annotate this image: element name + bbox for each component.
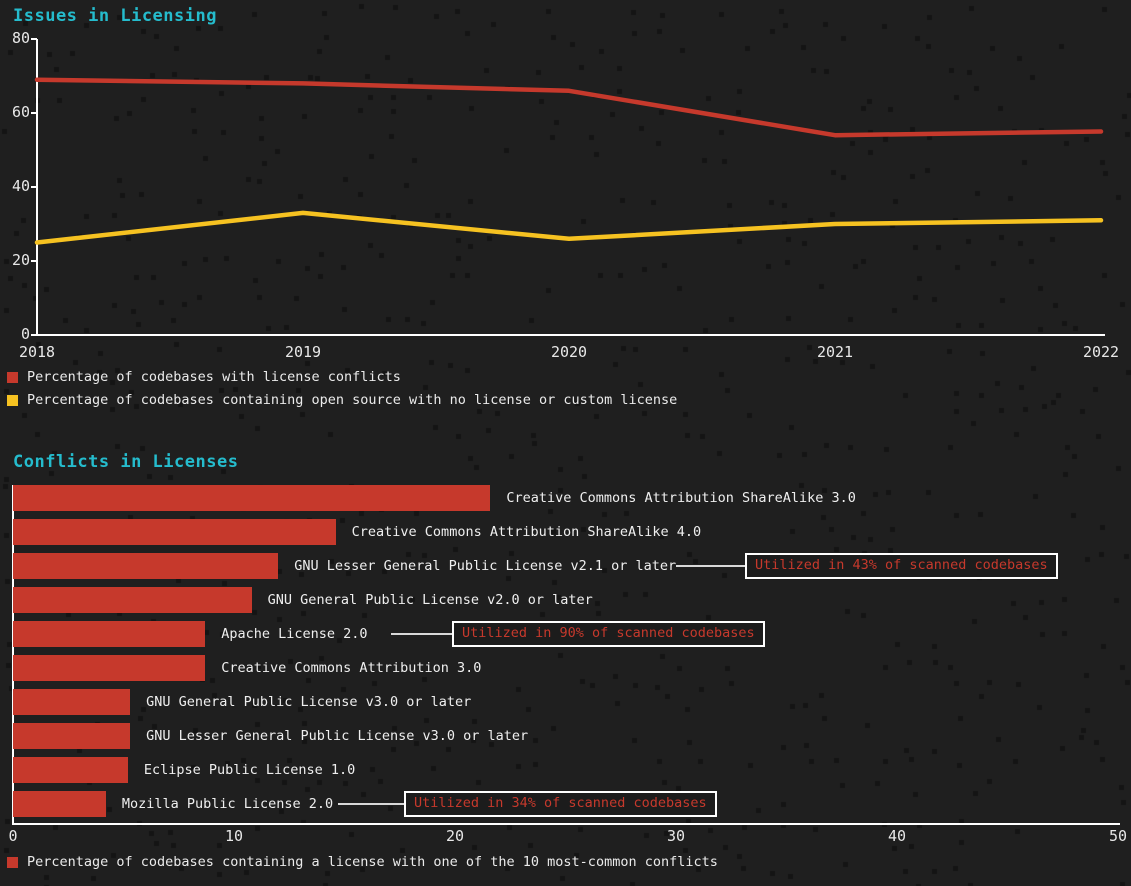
line-chart-y-tick-label: 40: [11, 177, 30, 195]
line-chart-plot: [31, 38, 1105, 336]
anno-gnu-lgpl-v21: Utilized in 43% of scanned codebases: [676, 552, 1058, 580]
annotation-leader-line: [676, 565, 745, 567]
bar-row: Creative Commons Attribution ShareAlike …: [13, 485, 856, 511]
bar-label: Creative Commons Attribution 3.0: [221, 660, 482, 676]
bar-label: GNU Lesser General Public License v2.1 o…: [294, 558, 677, 574]
bar-rect: [13, 553, 279, 579]
anno-apache-20: Utilized in 90% of scanned codebases: [391, 620, 765, 648]
bar-row: Creative Commons Attribution 3.0: [13, 655, 481, 681]
bar-label: Eclipse Public License 1.0: [143, 762, 356, 778]
bar-chart-title: Conflicts in Licenses: [13, 452, 239, 472]
bar-row: Creative Commons Attribution ShareAlike …: [13, 519, 701, 545]
line-chart-x-tick-label: 2020: [550, 343, 588, 361]
line-chart-x-tick-label: 2018: [18, 343, 56, 361]
legend-item: Percentage of codebases containing a lic…: [7, 854, 718, 870]
bar-rect: [13, 519, 336, 545]
bar-label: GNU General Public License v3.0 or later: [146, 694, 472, 710]
bar-rect: [13, 689, 131, 715]
annotation-callout: Utilized in 90% of scanned codebases: [452, 620, 765, 648]
bar-label: GNU Lesser General Public License v3.0 o…: [146, 728, 529, 744]
bar-label: GNU General Public License v2.0 or later: [267, 592, 593, 608]
bar-chart-x-tick-label: 40: [887, 827, 907, 845]
legend-item: Percentage of codebases containing open …: [7, 392, 677, 408]
chart-page: Issues in Licensing 80 60 40 20 0 2018 2019 20…: [0, 0, 1131, 886]
line-chart-y-tick-label: 20: [11, 251, 30, 269]
bar-chart-x-tick-label: 0: [8, 827, 18, 845]
line-series-no-license: [34, 210, 1104, 245]
legend-color-swatch: [7, 394, 18, 406]
line-chart-x-tick-label: 2021: [816, 343, 854, 361]
bar-rect: [13, 757, 128, 783]
bar-row: Apache License 2.0: [13, 621, 368, 647]
line-chart-title: Issues in Licensing: [13, 6, 217, 26]
bar-rect: [13, 655, 206, 681]
bar-row: Eclipse Public License 1.0: [13, 757, 355, 783]
legend-color-swatch: [7, 371, 18, 383]
bar-row: GNU Lesser General Public License v3.0 o…: [13, 723, 528, 749]
bar-chart-x-axis-line: [12, 823, 1120, 825]
line-chart-y-tick-label: 0: [20, 325, 30, 343]
bar-rect: [13, 621, 206, 647]
anno-mozilla-20: Utilized in 34% of scanned codebases: [338, 790, 717, 818]
legend-item: Percentage of codebases with license con…: [7, 369, 401, 385]
bar-rect: [13, 723, 131, 749]
line-chart: 80 60 40 20 0 2018 2019 2020 2021 2022: [0, 25, 1131, 361]
legend-label: Percentage of codebases containing open …: [27, 392, 678, 408]
bar-chart-x-tick-label: 50: [1108, 827, 1128, 845]
bar-label: Creative Commons Attribution ShareAlike …: [351, 524, 702, 540]
legend-label: Percentage of codebases with license con…: [27, 369, 401, 385]
bar-chart-x-tick-label: 10: [224, 827, 244, 845]
line-series-conflicts: [34, 77, 1104, 138]
bar-chart-x-tick-label: 30: [666, 827, 686, 845]
line-chart-x-tick-label: 2022: [1082, 343, 1120, 361]
line-chart-y-tick-label: 80: [11, 29, 30, 47]
annotation-leader-line: [338, 803, 404, 805]
bar-rect: [13, 485, 491, 511]
annotation-callout: Utilized in 43% of scanned codebases: [745, 552, 1058, 580]
legend-label: Percentage of codebases containing a lic…: [27, 854, 718, 870]
bar-row: GNU General Public License v3.0 or later: [13, 689, 471, 715]
bar-row: GNU Lesser General Public License v2.1 o…: [13, 553, 676, 579]
bar-chart-x-tick-label: 20: [445, 827, 465, 845]
bar-row: Mozilla Public License 2.0: [13, 791, 333, 817]
bar-rect: [13, 587, 252, 613]
annotation-callout: Utilized in 34% of scanned codebases: [404, 790, 717, 818]
bar-chart: Creative Commons Attribution ShareAlike …: [0, 470, 1131, 845]
bar-label: Mozilla Public License 2.0: [121, 796, 334, 812]
bar-label: Creative Commons Attribution ShareAlike …: [506, 490, 856, 506]
line-chart-x-tick-label: 2019: [284, 343, 322, 361]
line-chart-y-tick-label: 60: [11, 103, 30, 121]
bar-row: GNU General Public License v2.0 or later: [13, 587, 593, 613]
bar-label: Apache License 2.0: [221, 626, 368, 642]
bar-rect: [13, 791, 106, 817]
legend-color-swatch: [7, 856, 18, 868]
annotation-leader-line: [391, 633, 452, 635]
